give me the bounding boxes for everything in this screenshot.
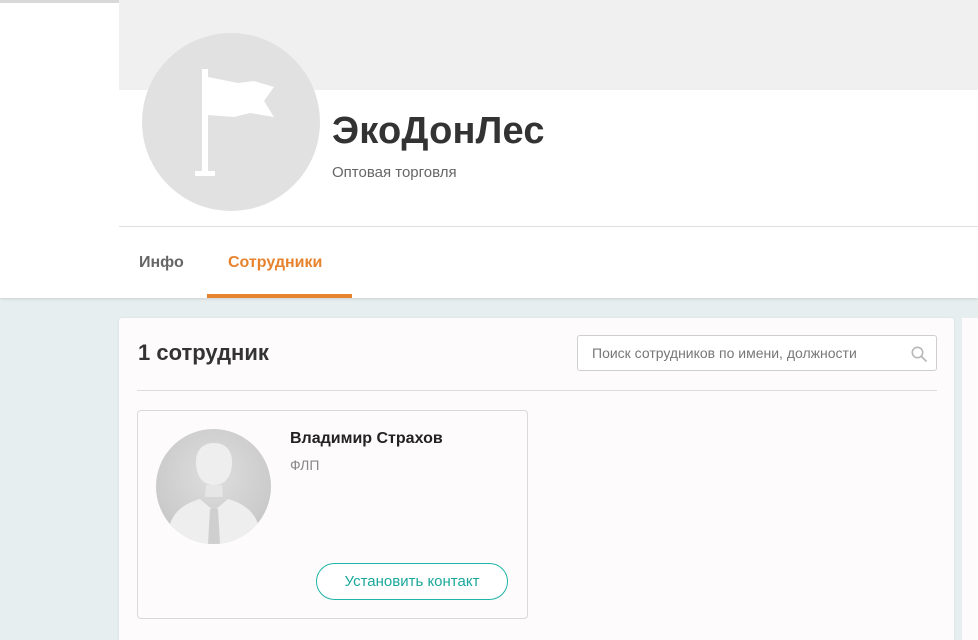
panel-divider — [137, 390, 937, 391]
company-type: Оптовая торговля — [332, 164, 457, 181]
employee-search-input[interactable] — [578, 336, 900, 370]
active-tab-indicator — [207, 294, 352, 298]
company-name: ЭкоДонЛес — [332, 110, 545, 152]
header-divider — [119, 226, 978, 227]
employee-count: 1 сотрудник — [138, 340, 269, 365]
flag-icon — [195, 69, 274, 176]
company-avatar[interactable] — [142, 33, 320, 211]
search-icon[interactable] — [910, 345, 928, 363]
employee-avatar[interactable] — [156, 429, 271, 544]
tab-info[interactable]: Инфо — [139, 254, 184, 272]
employee-name[interactable]: Владимир Страхов — [290, 430, 443, 448]
employee-search[interactable] — [577, 335, 937, 371]
connect-button[interactable]: Установить контакт — [316, 563, 508, 600]
tab-employees[interactable]: Сотрудники — [228, 254, 322, 272]
side-panel — [962, 318, 978, 640]
person-silhouette-icon — [156, 429, 271, 544]
employee-role: ФЛП — [290, 457, 320, 473]
